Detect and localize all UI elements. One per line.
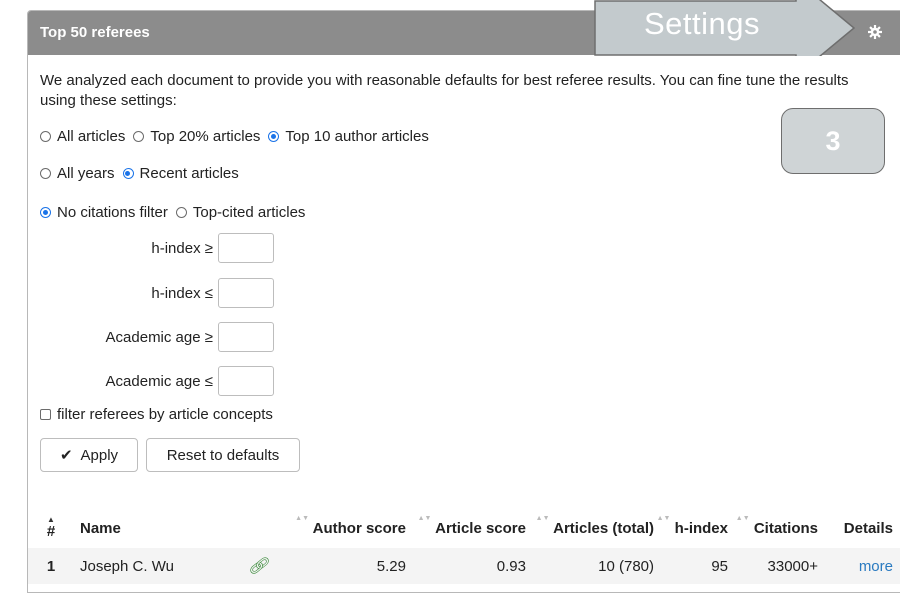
col-article-score[interactable]: ▲▼ Article score: [406, 508, 526, 548]
radio-label: Recent articles: [139, 165, 239, 182]
col-details: Details: [843, 519, 893, 537]
sort-icon: ▲▼: [656, 514, 671, 522]
cell-articles: 10 (780): [526, 548, 654, 584]
radio-button[interactable]: [40, 168, 51, 179]
settings-callout-text: Settings: [644, 6, 761, 41]
intro-text: We analyzed each document to provide you…: [40, 72, 849, 109]
age-min-input[interactable]: [218, 322, 274, 352]
citation-options: No citations filter Top-cited articles: [40, 204, 313, 221]
hindex-min-label: h-index ≥: [151, 240, 213, 257]
table-header-row: ▲ # Name ▲▼ Author score ▲▼ Article scor…: [28, 508, 900, 548]
cell-name: Joseph C. Wu 🔗︎: [74, 548, 268, 584]
col-author-score[interactable]: ▲▼ Author score: [254, 508, 406, 548]
checkmark-icon: ✔: [59, 447, 73, 464]
age-max-input[interactable]: [218, 366, 274, 396]
radio-label: Top-cited articles: [192, 204, 306, 221]
hindex-min-input[interactable]: [218, 233, 274, 263]
radio-label: Top 20% articles: [150, 128, 261, 145]
col-name[interactable]: Name: [74, 508, 254, 548]
hindex-max-label: h-index ≤: [151, 285, 213, 302]
radio-top-20-articles[interactable]: Top 20% articles: [133, 128, 260, 145]
step-badge: 3: [781, 108, 885, 174]
radio-button[interactable]: [175, 207, 187, 218]
radio-recent-articles[interactable]: Recent articles: [122, 165, 239, 182]
radio-top-10-author-articles[interactable]: Top 10 author articles: [268, 128, 429, 145]
age-min-label: Academic age ≥: [105, 329, 213, 346]
radio-button[interactable]: [268, 131, 280, 142]
sort-icon: ▲▼: [417, 514, 432, 522]
concepts-filter[interactable]: filter referees by article concepts: [40, 406, 273, 423]
reset-label: Reset to defaults: [166, 446, 280, 464]
apply-label: Apply: [80, 446, 119, 464]
col-hindex[interactable]: ▲▼ h-index: [654, 508, 728, 548]
cell-article-score: 0.93: [406, 548, 526, 584]
cell-hindex: 95: [654, 548, 728, 584]
cell-citations: 33000+: [728, 548, 818, 584]
sort-icon: ▲▼: [295, 514, 310, 522]
scope-options: All articles Top 20% articles Top 10 aut…: [40, 128, 437, 145]
gear-icon[interactable]: [867, 24, 883, 40]
referees-panel: Top 50 referees We analyzed each documen…: [27, 10, 900, 593]
col-articles-total[interactable]: ▲▼ Articles (total): [526, 508, 654, 548]
radio-label: No citations filter: [57, 204, 168, 221]
radio-all-articles[interactable]: All articles: [40, 128, 125, 145]
more-link[interactable]: more: [859, 558, 893, 575]
sort-icon: ▲▼: [735, 514, 750, 522]
concepts-label: filter referees by article concepts: [57, 406, 273, 423]
col-rank[interactable]: ▲ #: [28, 508, 74, 548]
cell-details: more: [818, 548, 900, 584]
radio-button[interactable]: [133, 131, 145, 142]
radio-label: All years: [57, 165, 115, 182]
col-citations[interactable]: ▲▼ Citations: [728, 508, 818, 548]
table-row: 1 Joseph C. Wu 🔗︎ 5.29 0.93 10 (780) 95 …: [28, 548, 900, 584]
referee-name: Joseph C. Wu: [80, 557, 174, 575]
referees-table: ▲ # Name ▲▼ Author score ▲▼ Article scor…: [28, 508, 900, 584]
apply-button[interactable]: ✔ Apply: [40, 438, 138, 472]
radio-button[interactable]: [40, 131, 51, 142]
radio-top-cited-articles[interactable]: Top-cited articles: [175, 204, 306, 221]
link-icon[interactable]: 🔗︎: [248, 556, 268, 576]
age-max-label: Academic age ≤: [105, 373, 213, 390]
radio-label: All articles: [57, 128, 126, 145]
year-options: All years Recent articles: [40, 165, 247, 182]
radio-button[interactable]: [40, 207, 51, 218]
panel-title: Top 50 referees: [40, 24, 150, 41]
radio-all-years[interactable]: All years: [40, 165, 115, 182]
radio-button[interactable]: [122, 168, 134, 179]
sort-icon: ▲▼: [535, 514, 550, 522]
hindex-max-input[interactable]: [218, 278, 274, 308]
reset-defaults-button[interactable]: Reset to defaults: [146, 438, 300, 472]
radio-label: Top 10 author articles: [285, 128, 429, 145]
cell-rank: 1: [28, 548, 74, 584]
radio-no-citations-filter[interactable]: No citations filter: [40, 204, 168, 221]
cell-author-score: 5.29: [254, 548, 406, 584]
concepts-checkbox[interactable]: [40, 409, 51, 420]
